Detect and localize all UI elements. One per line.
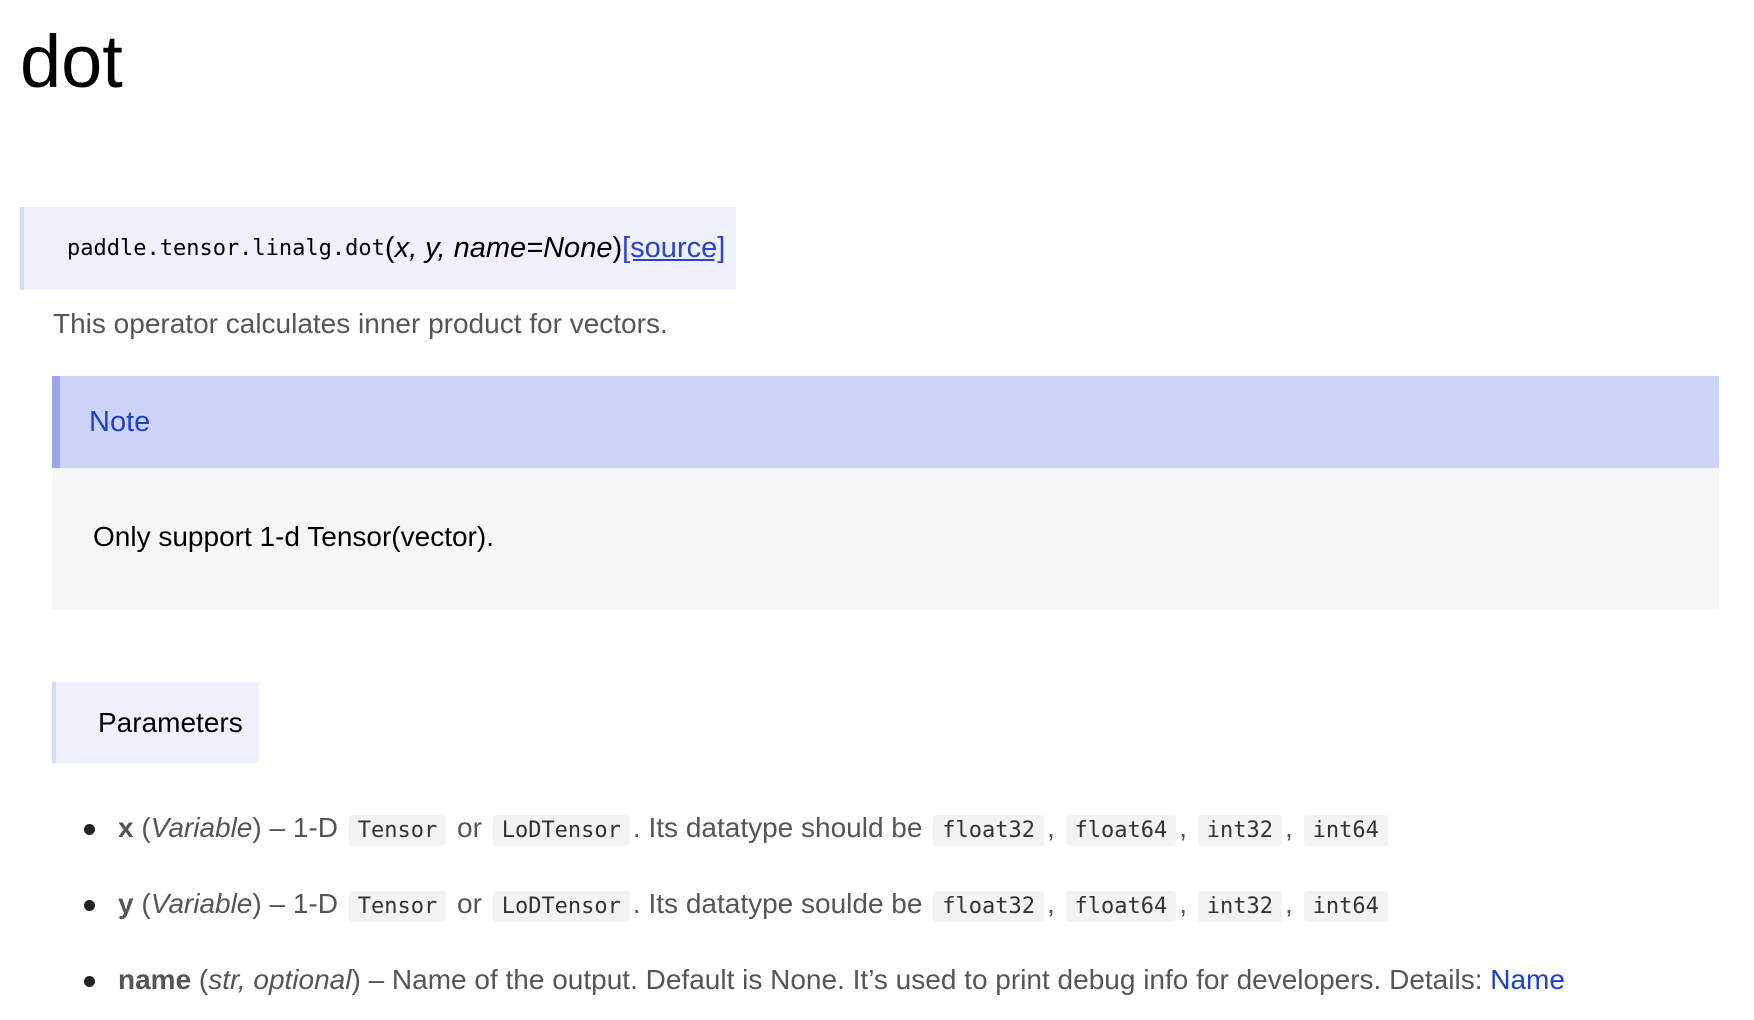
code-lodtensor: LoDTensor: [492, 815, 630, 846]
code-float32: float32: [933, 815, 1044, 846]
bullet-icon: [84, 976, 95, 987]
code-tensor: Tensor: [348, 815, 447, 846]
source-link[interactable]: [source]: [622, 232, 725, 265]
parameter-text: name (str, optional) – Name of the outpu…: [118, 964, 1565, 995]
bullet-icon: [84, 824, 95, 835]
parameter-type: Variable: [150, 812, 253, 843]
parameter-name: x: [118, 812, 134, 843]
code-int32: int32: [1197, 891, 1283, 922]
function-signature: paddle.tensor.linalg.dot(x, y, name=None…: [20, 207, 736, 290]
note-admonition: Note Only support 1-d Tensor(vector).: [52, 376, 1719, 610]
code-lodtensor: LoDTensor: [492, 891, 630, 922]
code-float64: float64: [1065, 891, 1177, 922]
code-float32: float32: [933, 891, 1044, 922]
page-title: dot: [20, 20, 123, 103]
signature-args: x, y, name=None: [394, 232, 613, 264]
signature-open-paren: (: [384, 232, 395, 264]
parameter-text: y (Variable) – 1-D Tensor or LoDTensor. …: [118, 884, 1391, 927]
code-tensor: Tensor: [348, 891, 447, 922]
parameter-type: Variable: [150, 888, 253, 919]
parameter-text: x (Variable) – 1-D Tensor or LoDTensor. …: [118, 808, 1391, 851]
signature-path: paddle.tensor.linalg.dot: [67, 236, 385, 261]
note-body: Only support 1-d Tensor(vector).: [93, 521, 494, 552]
parameter-or: or: [449, 812, 490, 843]
parameter-description: – Name of the output. Default is None. I…: [360, 964, 1491, 995]
code-float64: float64: [1065, 815, 1177, 846]
parameter-name: y: [118, 888, 134, 919]
function-description: This operator calculates inner product f…: [53, 308, 668, 339]
code-int64: int64: [1303, 815, 1388, 846]
signature-close-paren: ): [612, 232, 623, 264]
code-int64: int64: [1303, 891, 1388, 922]
parameter-description: . Its datatype should be: [632, 812, 931, 843]
parameter-description: . Its datatype soulde be: [632, 888, 931, 919]
parameter-or: or: [449, 888, 490, 919]
parameters-header: Parameters: [52, 682, 259, 763]
parameter-separator: – 1-D: [261, 812, 346, 843]
parameter-name: name: [118, 964, 192, 995]
code-int32: int32: [1197, 815, 1283, 846]
name-link[interactable]: Name: [1490, 964, 1565, 995]
bullet-icon: [84, 900, 95, 911]
note-title: Note: [52, 376, 1719, 468]
parameter-type: str, optional: [208, 964, 352, 995]
parameter-separator: – 1-D: [261, 888, 346, 919]
